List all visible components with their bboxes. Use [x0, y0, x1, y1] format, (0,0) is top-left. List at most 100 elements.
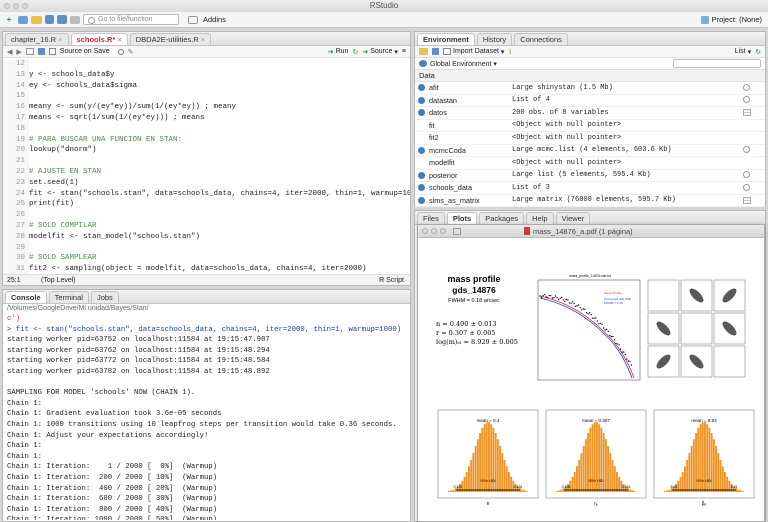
tab-viewer[interactable]: Viewer — [555, 212, 591, 224]
tab-history[interactable]: History — [476, 33, 513, 45]
histogram-bar — [602, 433, 605, 492]
minimize-window-button[interactable] — [431, 228, 437, 234]
line-number: 27 — [3, 220, 29, 232]
wand-icon[interactable]: ✎ — [128, 48, 134, 56]
refresh-icon[interactable]: ↻ — [755, 48, 761, 56]
profile-point — [599, 322, 602, 325]
tab-plots[interactable]: Plots — [446, 212, 478, 224]
view-search-icon[interactable] — [743, 96, 751, 104]
show-in-window-icon[interactable] — [25, 48, 34, 55]
run-button[interactable]: ➜ Run — [328, 48, 349, 56]
new-file-icon[interactable]: + — [3, 15, 15, 25]
env-row[interactable]: schools_data List of 3 — [415, 182, 765, 195]
env-row[interactable]: fit <Object with null pointer> — [415, 120, 765, 132]
env-row[interactable]: posterior Large list (5 elements, 595.4 K… — [415, 170, 765, 182]
close-icon[interactable]: × — [58, 35, 62, 44]
tab-connections[interactable]: Connections — [514, 33, 568, 45]
expand-icon[interactable] — [415, 146, 427, 154]
env-row[interactable]: datos 200 obs. of 8 variables — [415, 107, 765, 120]
tab-jobs[interactable]: Jobs — [90, 291, 119, 303]
fwhm-label: FWHM = 0.18 arcsec — [448, 298, 500, 304]
env-var-name: modelfit — [429, 158, 455, 168]
project-menu[interactable]: Project: (None) — [700, 15, 762, 24]
back-icon[interactable]: ◀ — [7, 48, 12, 56]
open-folder-icon[interactable] — [419, 48, 428, 55]
histogram-bar — [465, 472, 468, 492]
expand-icon[interactable] — [415, 196, 427, 204]
profile-point — [540, 296, 543, 299]
scope-indicator[interactable]: (Top Level) — [41, 277, 76, 284]
import-dataset-button[interactable]: Import Dataset ▾ — [443, 48, 504, 56]
sidebar-icon[interactable] — [453, 227, 461, 235]
view-search-icon[interactable] — [743, 83, 751, 92]
console-line: starting worker pid=63762 on localhost:1… — [7, 346, 270, 355]
env-row[interactable]: mcmcCoda Large mcmc.list (4 elements, 603… — [415, 145, 765, 157]
histogram-bar — [741, 491, 744, 492]
save-icon[interactable] — [37, 48, 45, 55]
env-row[interactable]: fit2 <Object with null pointer> — [415, 132, 765, 145]
tab-packages[interactable]: Packages — [479, 212, 525, 224]
env-row[interactable]: datastan List of 4 — [415, 95, 765, 107]
env-search-input[interactable] — [673, 59, 761, 68]
histogram-bar — [582, 446, 585, 492]
profile-point — [588, 312, 591, 314]
save-icon[interactable] — [432, 48, 439, 55]
tab-help[interactable]: Help — [526, 212, 554, 224]
view-search-icon[interactable] — [743, 171, 751, 179]
env-row[interactable]: afit Large shinystan (1.5 Mb) — [415, 82, 765, 95]
search-icon[interactable] — [117, 48, 124, 55]
view-search-icon[interactable] — [743, 146, 751, 154]
env-row[interactable]: modelfit <Object with null pointer> — [415, 157, 765, 170]
view-table-icon[interactable] — [743, 196, 751, 204]
list-view-button[interactable]: List ▾ — [735, 48, 751, 56]
broom-icon[interactable]: ⌇ — [508, 48, 511, 56]
zoom-window-button[interactable] — [22, 3, 28, 9]
tab-utilities[interactable]: DBDA2E-utilities.R × — [129, 33, 212, 45]
expand-icon[interactable] — [415, 96, 427, 104]
goto-file-input[interactable]: Go to file/function — [83, 14, 179, 25]
close-icon[interactable]: × — [117, 35, 121, 44]
expand-icon[interactable] — [415, 109, 427, 117]
env-var-value: <Object with null pointer> — [512, 158, 622, 167]
line-number: 13 — [3, 69, 29, 81]
addins-menu[interactable]: Addins — [203, 15, 226, 24]
tab-files[interactable]: Files — [417, 212, 445, 224]
histogram-bar — [611, 460, 614, 492]
close-window-button[interactable] — [422, 228, 428, 234]
view-table-icon[interactable] — [743, 109, 751, 117]
expand-dot-icon — [417, 184, 425, 192]
forward-icon[interactable]: ▶ — [16, 48, 21, 56]
expand-icon[interactable] — [415, 184, 427, 192]
close-icon[interactable]: × — [201, 35, 205, 44]
zoom-window-button[interactable] — [440, 228, 446, 234]
save-icon[interactable] — [45, 15, 54, 24]
global-env-selector[interactable]: Global Environment ▾ — [430, 60, 497, 68]
code-text: fit2 <- sampling(object = modelfit, data… — [29, 265, 367, 274]
new-project-icon[interactable] — [18, 15, 28, 24]
profile-point — [559, 297, 561, 299]
source-button[interactable]: ➜ Source ▾ — [362, 48, 398, 56]
rerun-icon[interactable]: ↻ — [352, 48, 358, 56]
close-window-button[interactable] — [4, 3, 10, 9]
minimize-window-button[interactable] — [13, 3, 19, 9]
save-all-icon[interactable] — [57, 15, 67, 24]
file-type[interactable]: R Script — [379, 277, 404, 284]
print-icon[interactable] — [70, 15, 80, 24]
view-search-icon[interactable] — [743, 183, 751, 192]
tab-chapter16[interactable]: chapter_16.R × — [5, 33, 69, 45]
outline-icon[interactable]: ≡ — [402, 48, 406, 55]
tab-schools[interactable]: schools.R* × — [70, 33, 128, 45]
open-file-icon[interactable] — [31, 15, 42, 24]
source-on-save-checkbox[interactable] — [48, 48, 56, 55]
tab-terminal[interactable]: Terminal — [48, 291, 89, 303]
console-output[interactable]: c') > fit <- stan("schools.stan", data=sc… — [3, 314, 410, 520]
expand-icon[interactable] — [415, 84, 427, 92]
env-row[interactable]: sims_as_matrix Large matrix (76000 elemen… — [415, 195, 765, 207]
r-logo-icon — [419, 60, 427, 67]
code-editor[interactable]: 12 13 y <- schools_data$y 14 ey <- schools_d… — [3, 59, 410, 276]
tab-environment[interactable]: Environment — [417, 33, 475, 45]
grid-layout-icon[interactable] — [188, 15, 198, 24]
cursor-position: 25:1 — [7, 276, 21, 284]
tab-console[interactable]: Console — [5, 291, 47, 303]
expand-icon[interactable] — [415, 171, 427, 179]
